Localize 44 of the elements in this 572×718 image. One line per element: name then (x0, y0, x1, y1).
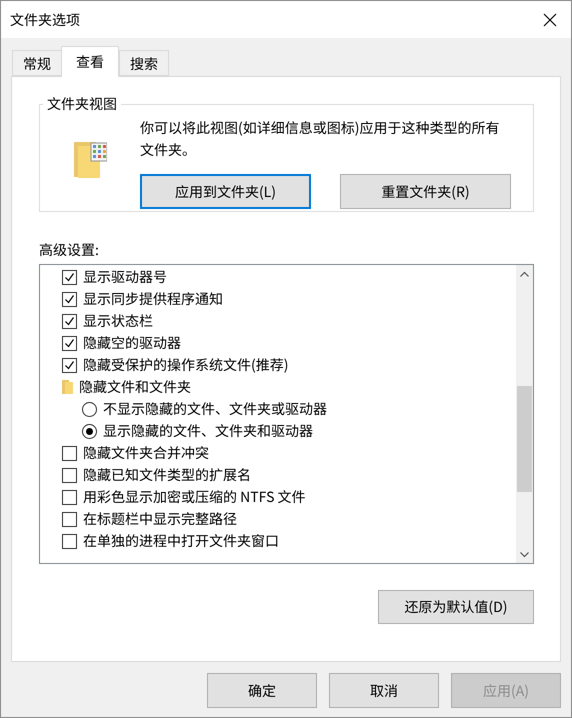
option-label: 隐藏空的驱动器 (83, 333, 181, 353)
section-label: 高级设置: (39, 240, 100, 260)
option-label: 显示同步提供程序通知 (83, 289, 223, 309)
folder-button[interactable]: 重置文件夹(R) (340, 174, 511, 209)
checkbox[interactable] (62, 446, 77, 460)
checkbox[interactable] (62, 534, 77, 548)
folder-button[interactable]: 应用到文件夹(L) (140, 174, 311, 209)
option-label: 显示状态栏 (83, 311, 153, 331)
checkbox[interactable] (62, 314, 77, 328)
tab[interactable]: 常规 (12, 50, 62, 76)
option-label: 隐藏受保护的操作系统文件(推荐) (83, 355, 288, 375)
checkbox[interactable] (62, 270, 77, 284)
checkbox[interactable] (62, 512, 77, 526)
tab[interactable]: 查看 (61, 46, 119, 77)
option-label: 不显示隐藏的文件、文件夹或驱动器 (103, 399, 327, 419)
tab[interactable]: 搜索 (119, 50, 169, 76)
description-text: 你可以将此视图(如详细信息或图标)应用于这种类型的所有文件夹。 (140, 117, 500, 161)
checkbox[interactable] (62, 490, 77, 504)
checkbox[interactable] (62, 292, 77, 306)
scroll-down-icon[interactable] (520, 552, 529, 558)
scroll-thumb[interactable] (517, 386, 532, 492)
group-title: 文件夹视图 (46, 94, 118, 114)
scrollbar[interactable] (516, 265, 533, 563)
option-label: 隐藏文件夹合并冲突 (83, 443, 209, 463)
folder-icon (62, 380, 73, 394)
checkbox[interactable] (62, 336, 77, 350)
option-label: 在标题栏中显示完整路径 (83, 509, 237, 529)
folder-icon (73, 140, 107, 180)
restore-defaults-button[interactable]: 还原为默认值(D) (378, 590, 534, 624)
option-label: 隐藏已知文件类型的扩展名 (83, 465, 251, 485)
option-label: 显示驱动器号 (83, 267, 167, 287)
window-title: 文件夹选项 (10, 10, 80, 30)
dialog-button[interactable]: 确定 (207, 673, 317, 708)
option-label: 用彩色显示加密或压缩的 NTFS 文件 (83, 487, 306, 507)
radio-button[interactable] (82, 424, 97, 438)
option-label: 显示隐藏的文件、文件夹和驱动器 (103, 421, 313, 441)
option-label: 隐藏文件和文件夹 (79, 377, 191, 397)
scroll-up-icon[interactable] (520, 270, 529, 276)
close-icon[interactable] (543, 12, 557, 26)
checkbox[interactable] (62, 358, 77, 372)
dialog-button[interactable]: 取消 (329, 673, 439, 708)
checkbox[interactable] (62, 468, 77, 482)
radio-button[interactable] (82, 402, 97, 416)
option-label: 在单独的进程中打开文件夹窗口 (83, 531, 279, 551)
